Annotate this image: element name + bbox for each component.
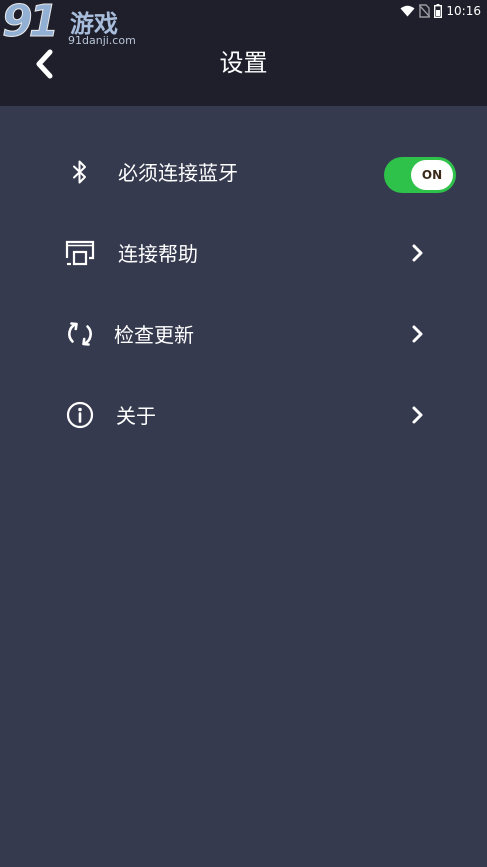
info-icon: [64, 399, 96, 431]
settings-item-connection-help[interactable]: 连接帮助: [0, 215, 487, 296]
chevron-right-icon: [408, 321, 428, 347]
bluetooth-icon: [64, 156, 96, 188]
battery-icon: [434, 4, 443, 18]
settings-list: 必须连接蓝牙 ON 连接帮助 检查更新 关于: [0, 134, 487, 458]
settings-item-label: 连接帮助: [118, 242, 198, 266]
chevron-right-icon: [408, 240, 428, 266]
bluetooth-toggle[interactable]: ON: [384, 157, 456, 193]
settings-item-about[interactable]: 关于: [0, 377, 487, 458]
page-title: 设置: [219, 49, 268, 77]
no-sim-icon: [419, 4, 431, 18]
screen-cast-icon: [64, 237, 96, 269]
settings-item-check-update[interactable]: 检查更新: [0, 296, 487, 377]
status-time: 10:16: [446, 4, 481, 18]
chevron-right-icon: [408, 402, 428, 428]
settings-item-bluetooth[interactable]: 必须连接蓝牙 ON: [0, 134, 487, 215]
toggle-knob: ON: [411, 160, 453, 190]
watermark-logo: 91 游戏 91danji.com: [1, 0, 137, 52]
settings-item-label: 必须连接蓝牙: [118, 161, 238, 185]
refresh-icon: [64, 318, 96, 350]
settings-item-label: 关于: [116, 404, 156, 428]
settings-screen: 91 游戏 91danji.com 10:16 设置 必须连接蓝牙 ON 连接帮…: [0, 0, 487, 867]
header-bar: 91 游戏 91danji.com 10:16 设置: [0, 0, 487, 106]
status-bar: 10:16: [400, 2, 481, 20]
watermark-number: 91: [1, 0, 59, 48]
settings-item-label: 检查更新: [114, 323, 194, 347]
wifi-icon: [400, 5, 415, 17]
